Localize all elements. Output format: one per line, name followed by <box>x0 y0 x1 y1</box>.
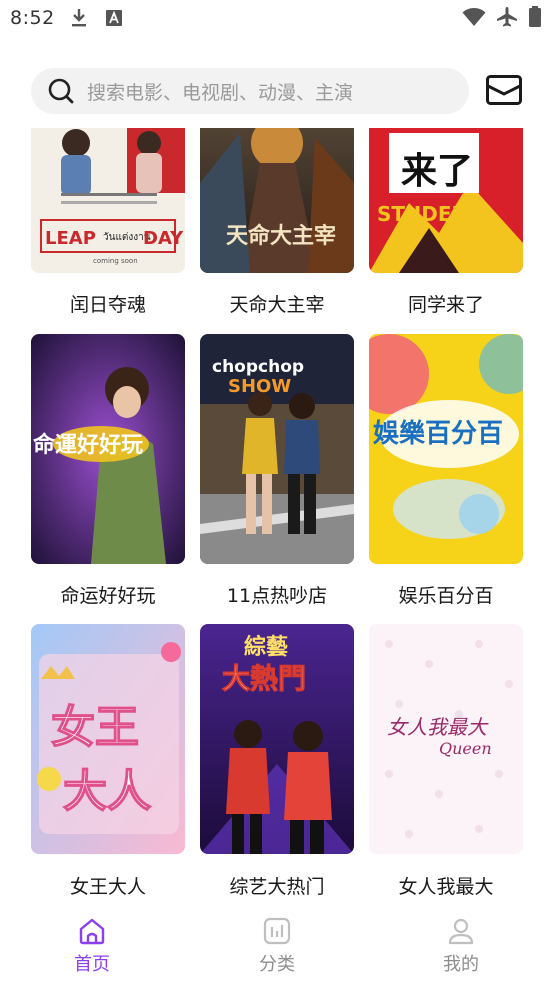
svg-text:SHOW: SHOW <box>228 376 291 397</box>
svg-text:STUDENT: STUDENT <box>377 202 482 226</box>
bottom-nav: 首页 分类 我的 <box>0 906 554 984</box>
poster-card[interactable]: 娛樂百分百 <box>369 334 523 564</box>
download-icon <box>72 9 86 27</box>
poster-image[interactable]: 女人我最大 Queen <box>369 624 523 854</box>
poster-title[interactable]: 天命大主宰 <box>200 290 354 317</box>
battery-icon <box>529 6 541 27</box>
poster-image[interactable]: 来了 STUDENT <box>369 128 523 273</box>
poster-title[interactable]: 女王大人 <box>31 872 185 899</box>
poster-title[interactable]: 综艺大热门 <box>200 872 354 899</box>
svg-text:命運好好玩: 命運好好玩 <box>33 432 143 458</box>
profile-icon <box>448 918 474 945</box>
app-screen: 8:52 搜索电影、电视剧、动漫、主演 LEAP วันแต่งงาน DAY … <box>0 0 554 984</box>
svg-text:Queen: Queen <box>439 739 492 758</box>
poster-title[interactable]: 同学来了 <box>369 290 523 317</box>
content-grid: LEAP วันแต่งงาน DAY coming soon 闰日夺魂 天命大… <box>0 128 554 906</box>
poster-image[interactable]: 綜藝 大熱門 <box>200 624 354 854</box>
poster-image[interactable]: chopchop SHOW <box>200 334 354 564</box>
nav-profile[interactable]: 我的 <box>401 916 521 976</box>
status-time: 8:52 <box>10 7 55 29</box>
nav-home[interactable]: 首页 <box>32 916 152 976</box>
home-icon <box>79 918 105 945</box>
svg-text:LEAP: LEAP <box>45 228 96 249</box>
poster-title[interactable]: 女人我最大 <box>369 872 523 899</box>
svg-text:coming soon: coming soon <box>93 257 138 265</box>
svg-text:天命大主宰: 天命大主宰 <box>226 223 336 249</box>
svg-text:娛樂百分百: 娛樂百分百 <box>372 418 503 449</box>
svg-text:chopchop: chopchop <box>212 357 304 377</box>
svg-text:大熱門: 大熱門 <box>222 662 306 695</box>
poster-title[interactable]: 闰日夺魂 <box>31 290 185 317</box>
airplane-icon <box>497 7 517 27</box>
poster-card[interactable]: 来了 STUDENT <box>369 128 523 273</box>
nav-category[interactable]: 分类 <box>217 916 337 976</box>
poster-card[interactable]: chopchop SHOW <box>200 334 354 564</box>
poster-card[interactable]: LEAP วันแต่งงาน DAY coming soon <box>31 128 185 273</box>
poster-card[interactable]: 女人我最大 Queen <box>369 624 523 854</box>
poster-card[interactable]: 女王 大人 <box>31 624 185 854</box>
poster-card[interactable]: 命運好好玩 <box>31 334 185 564</box>
poster-image[interactable]: 命運好好玩 <box>31 334 185 564</box>
text-a-icon <box>106 10 122 26</box>
poster-image[interactable]: 女王 大人 <box>31 624 185 854</box>
poster-image[interactable]: LEAP วันแต่งงาน DAY coming soon <box>31 128 185 273</box>
svg-text:DAY: DAY <box>143 228 184 249</box>
poster-title[interactable]: 娱乐百分百 <box>369 581 523 608</box>
search-icon <box>48 78 74 104</box>
svg-text:大人: 大人 <box>63 766 151 817</box>
svg-text:女人我最大: 女人我最大 <box>387 715 489 739</box>
search-placeholder: 搜索电影、电视剧、动漫、主演 <box>87 81 354 104</box>
poster-title[interactable]: 11点热吵店 <box>200 581 354 608</box>
poster-title[interactable]: 命运好好玩 <box>31 581 185 608</box>
wifi-icon <box>462 8 486 26</box>
svg-text:女王: 女王 <box>51 702 139 753</box>
nav-profile-label: 我的 <box>443 954 479 975</box>
mail-icon[interactable] <box>485 73 523 107</box>
svg-text:綜藝: 綜藝 <box>244 634 288 660</box>
poster-card[interactable]: 天命大主宰 <box>200 128 354 273</box>
search-input[interactable]: 搜索电影、电视剧、动漫、主演 <box>31 68 469 114</box>
nav-category-label: 分类 <box>259 954 295 975</box>
poster-image[interactable]: 娛樂百分百 <box>369 334 523 564</box>
poster-card[interactable]: 綜藝 大熱門 <box>200 624 354 854</box>
nav-home-label: 首页 <box>74 954 110 975</box>
category-icon <box>263 917 291 945</box>
poster-image[interactable]: 天命大主宰 <box>200 128 354 273</box>
svg-text:来了: 来了 <box>401 151 473 192</box>
status-bar: 8:52 <box>0 0 554 40</box>
